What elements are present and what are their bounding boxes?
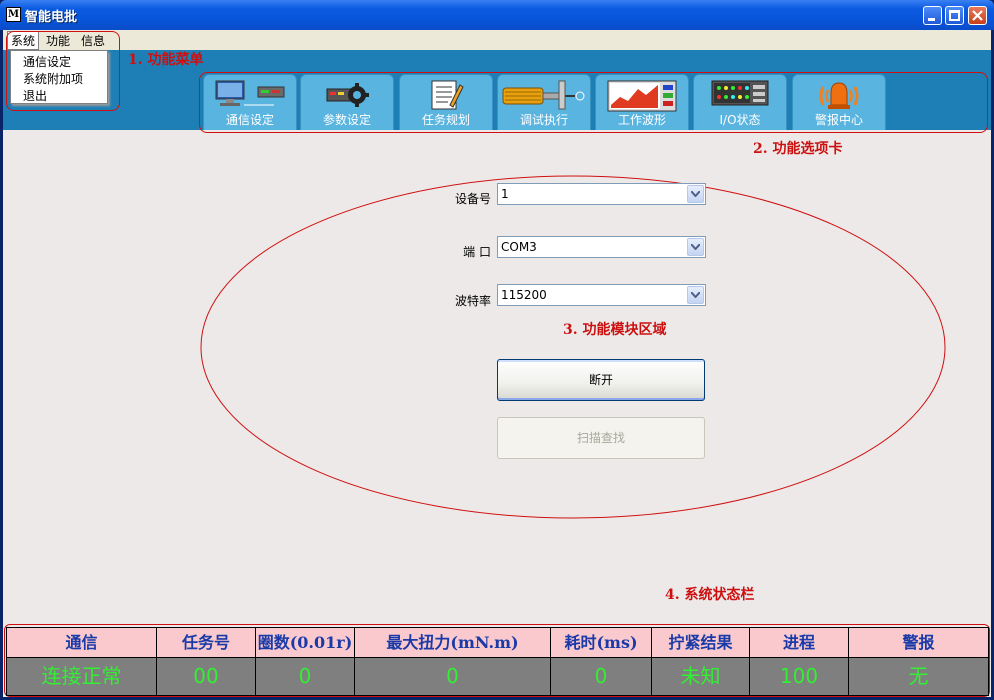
status-header-comm: 通信 bbox=[7, 628, 157, 658]
main-window: 系统 功能 信息 通信设定 系统附加项 退出 通信设定 参数设定 任务规划 调试… bbox=[3, 30, 991, 697]
status-header-time: 耗时(ms) bbox=[551, 628, 652, 658]
module-annotation-ellipse bbox=[200, 175, 946, 519]
port-label: 端 口 bbox=[463, 245, 491, 259]
maximize-icon bbox=[949, 10, 960, 21]
baud-rate-select[interactable]: 115200 bbox=[497, 284, 706, 306]
device-number-label: 设备号 bbox=[454, 192, 491, 206]
baud-rate-value: 115200 bbox=[501, 288, 547, 302]
annotation-menu: 1. 功能菜单 bbox=[128, 52, 204, 68]
status-header-max-torque: 最大扭力(mN.m) bbox=[355, 628, 551, 658]
baud-rate-label: 波特率 bbox=[454, 294, 491, 308]
status-value-alarm: 无 bbox=[849, 658, 988, 695]
window-title: 智能电批 bbox=[25, 10, 78, 25]
status-value-result: 未知 bbox=[652, 658, 750, 695]
status-header-turns: 圈数(0.01r) bbox=[256, 628, 355, 658]
status-value-time: 0 bbox=[551, 658, 652, 695]
annotation-module: 3. 功能模块区域 bbox=[563, 322, 667, 338]
menu-bar: 系统 功能 信息 bbox=[3, 30, 991, 50]
chevron-down-icon[interactable] bbox=[687, 238, 704, 256]
maximize-button[interactable] bbox=[945, 6, 964, 25]
tabs-annotation-box bbox=[199, 72, 988, 133]
status-bar: 通信 任务号 圈数(0.01r) 最大扭力(mN.m) 耗时(ms) 拧紧结果 … bbox=[6, 627, 989, 696]
annotation-status: 4. 系统状态栏 bbox=[665, 587, 755, 603]
title-bar: M 智能电批 bbox=[0, 0, 994, 30]
device-number-value: 1 bbox=[501, 187, 509, 201]
status-value-turns: 0 bbox=[256, 658, 355, 695]
menu-annotation-box bbox=[6, 31, 120, 111]
status-value-progress: 100 bbox=[750, 658, 849, 695]
status-header-alarm: 警报 bbox=[849, 628, 988, 658]
annotation-tabs: 2. 功能选项卡 bbox=[753, 141, 843, 157]
minimize-icon bbox=[928, 18, 935, 21]
close-icon bbox=[972, 10, 983, 21]
status-header-progress: 进程 bbox=[750, 628, 849, 658]
close-button[interactable] bbox=[968, 6, 987, 25]
scan-button[interactable]: 扫描查找 bbox=[497, 417, 705, 459]
disconnect-button[interactable]: 断开 bbox=[497, 359, 705, 401]
status-header-task: 任务号 bbox=[157, 628, 256, 658]
app-icon: M bbox=[6, 7, 21, 22]
status-value-max-torque: 0 bbox=[355, 658, 551, 695]
port-value: COM3 bbox=[501, 240, 537, 254]
port-select[interactable]: COM3 bbox=[497, 236, 706, 258]
status-header-result: 拧紧结果 bbox=[652, 628, 750, 658]
status-value-task: 00 bbox=[157, 658, 256, 695]
chevron-down-icon[interactable] bbox=[687, 185, 704, 203]
device-number-select[interactable]: 1 bbox=[497, 183, 706, 205]
chevron-down-icon[interactable] bbox=[687, 286, 704, 304]
minimize-button[interactable] bbox=[923, 6, 942, 25]
status-value-comm: 连接正常 bbox=[7, 658, 157, 695]
